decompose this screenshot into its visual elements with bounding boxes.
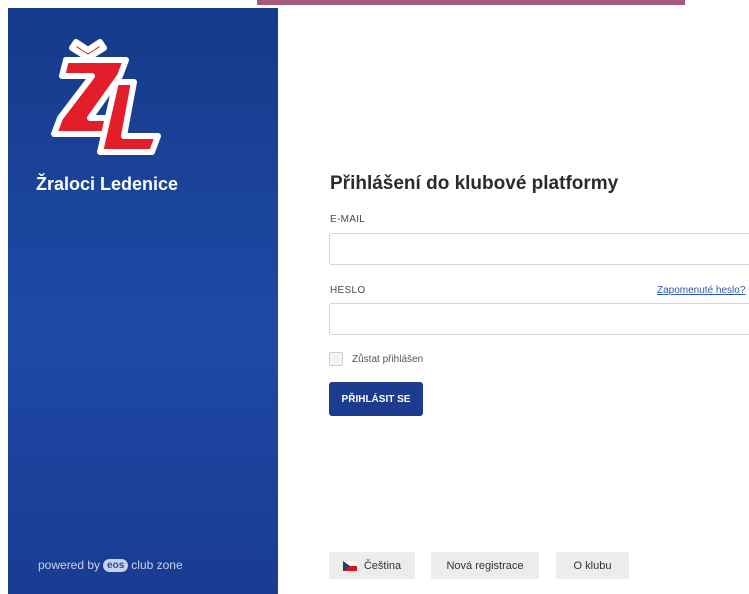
login-button[interactable]: PŘIHLÁSIT SE xyxy=(329,382,423,416)
language-button[interactable]: Čeština xyxy=(329,552,415,579)
czech-flag-icon xyxy=(342,560,357,571)
forgot-password-link[interactable]: Zapomenuté heslo? xyxy=(657,285,745,296)
page-title: Přihlášení do klubové platformy xyxy=(330,173,619,194)
about-club-button[interactable]: O klubu xyxy=(556,552,629,579)
powered-prefix: powered by xyxy=(38,558,101,572)
club-name: Žraloci Ledenice xyxy=(36,174,179,194)
remember-label: Zůstat přihlášen xyxy=(352,353,424,365)
password-field[interactable] xyxy=(329,303,749,335)
password-label: HESLO xyxy=(330,285,366,296)
powered-suffix: club zone xyxy=(131,558,183,572)
sidebar: Žraloci Ledenice powered by eos club zon… xyxy=(8,8,278,594)
email-label: E-MAIL xyxy=(330,214,366,225)
language-label: Čeština xyxy=(363,559,402,572)
eos-logo-icon: eos xyxy=(103,558,129,572)
email-field[interactable] xyxy=(329,233,749,265)
remember-checkbox[interactable] xyxy=(329,352,343,366)
club-logo-icon xyxy=(48,38,173,158)
powered-by: powered by eos club zone xyxy=(38,558,183,572)
top-accent-strip xyxy=(257,0,685,5)
new-registration-button[interactable]: Nová registrace xyxy=(431,552,539,579)
remember-me[interactable]: Zůstat přihlášen xyxy=(329,352,423,366)
